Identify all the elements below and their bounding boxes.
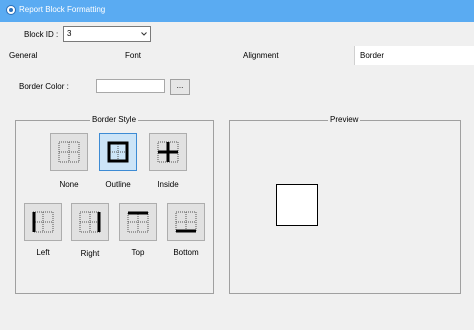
border-style-title: Border Style — [90, 115, 139, 124]
tab-alignment[interactable]: Alignment — [243, 46, 303, 65]
border-outline-button[interactable] — [99, 133, 137, 171]
border-bottom-label: Bottom — [173, 248, 199, 257]
border-inside-label: Inside — [157, 180, 179, 189]
tab-general[interactable]: General — [9, 46, 59, 65]
tab-label: Border — [360, 51, 385, 60]
title-bar: Report Block Formatting — [0, 0, 474, 22]
border-top-button[interactable] — [119, 203, 157, 241]
border-right-button[interactable] — [71, 203, 109, 241]
border-right-label: Right — [80, 249, 100, 258]
tab-label: General — [9, 51, 38, 60]
border-right-icon — [79, 211, 101, 233]
chevron-down-icon — [141, 32, 147, 36]
border-outline-label: Outline — [105, 180, 131, 189]
tab-label: Font — [125, 51, 142, 60]
border-color-field[interactable] — [96, 79, 165, 93]
border-left-icon — [32, 211, 54, 233]
border-inside-icon — [157, 141, 179, 163]
preview-group: Preview — [229, 115, 461, 294]
border-color-browse-button[interactable]: ... — [170, 79, 190, 95]
preview-border-sample — [276, 184, 318, 226]
border-top-icon — [127, 211, 149, 233]
tab-border[interactable]: Border — [354, 46, 474, 65]
border-outline-icon — [107, 141, 129, 163]
border-left-button[interactable] — [24, 203, 62, 241]
window-title: Report Block Formatting — [19, 5, 106, 14]
block-id-select[interactable]: 3 — [63, 26, 151, 42]
border-none-label: None — [59, 180, 79, 189]
border-bottom-icon — [175, 211, 197, 233]
border-color-label: Border Color : — [19, 82, 69, 91]
border-top-label: Top — [131, 248, 145, 257]
tab-label: Alignment — [243, 51, 279, 60]
border-inside-button[interactable] — [149, 133, 187, 171]
block-id-label: Block ID : — [24, 30, 59, 39]
preview-title: Preview — [328, 115, 361, 124]
block-id-value: 3 — [67, 29, 72, 38]
app-icon — [6, 5, 16, 15]
tab-strip: General Font Alignment Border — [0, 46, 474, 65]
border-none-button[interactable] — [50, 133, 88, 171]
tab-font[interactable]: Font — [125, 46, 175, 65]
border-left-label: Left — [36, 248, 50, 257]
border-bottom-button[interactable] — [167, 203, 205, 241]
border-none-icon — [58, 141, 80, 163]
